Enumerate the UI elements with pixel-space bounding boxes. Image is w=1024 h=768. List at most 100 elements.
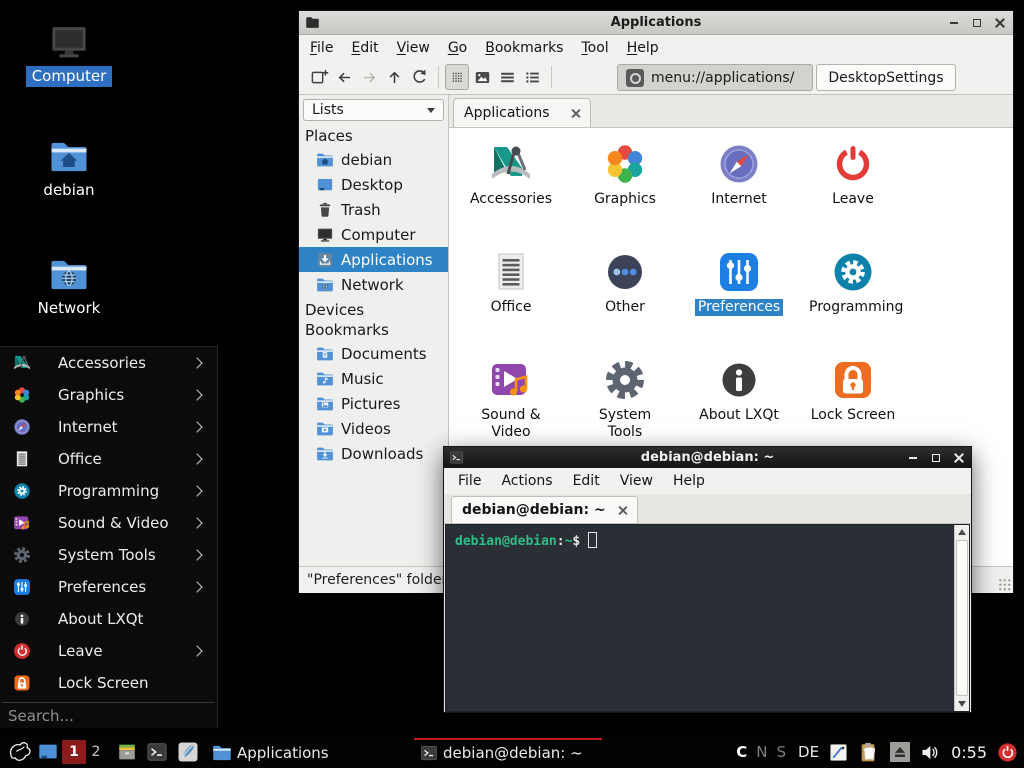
- detailed-view-button[interactable]: [520, 64, 544, 90]
- clock[interactable]: 0:55: [951, 743, 987, 762]
- folder-item-leave[interactable]: Leave: [796, 140, 910, 248]
- folder-item-internet[interactable]: Internet: [682, 140, 796, 248]
- desktop-icon-label: debian: [37, 180, 100, 201]
- scroll-up-icon[interactable]: [955, 525, 969, 539]
- submenu-arrow-icon: [191, 485, 202, 496]
- file-manager-titlebar[interactable]: Applications: [299, 11, 1013, 35]
- sidebar-item-documents[interactable]: Documents: [299, 341, 448, 366]
- main-menu-button[interactable]: [4, 739, 34, 765]
- folder-item-other[interactable]: Other: [568, 248, 682, 356]
- menu-item-preferences[interactable]: Preferences: [0, 571, 217, 603]
- removable-media-icon[interactable]: [890, 742, 910, 762]
- menu-edit[interactable]: Edit: [342, 40, 387, 56]
- desktop-icon: [37, 741, 59, 763]
- sidebar-item-downloads[interactable]: Downloads: [299, 441, 448, 466]
- reload-button[interactable]: [407, 64, 431, 90]
- task-terminal[interactable]: debian@debian: ~: [414, 738, 602, 766]
- show-desktop-button[interactable]: [34, 741, 62, 763]
- terminal-console[interactable]: debian@debian:~$: [445, 524, 970, 712]
- desktop-icon-computer[interactable]: Computer: [13, 21, 125, 87]
- terminal-tab[interactable]: debian@debian: ~: [451, 496, 638, 523]
- new-tab-button[interactable]: [307, 64, 331, 90]
- workspace-2-button[interactable]: 2: [86, 740, 106, 764]
- back-button[interactable]: [332, 64, 356, 90]
- tab-close-icon[interactable]: [618, 506, 627, 515]
- folder-item-graphics[interactable]: Graphics: [568, 140, 682, 248]
- menu-view[interactable]: View: [388, 40, 439, 56]
- resize-grip[interactable]: [998, 578, 1011, 591]
- menu-item-programming[interactable]: Programming: [0, 475, 217, 507]
- menu-item-accessories[interactable]: Accessories: [0, 347, 217, 379]
- folder-item-preferences[interactable]: Preferences: [682, 248, 796, 356]
- sidebar-item-applications[interactable]: Applications: [299, 247, 448, 272]
- close-button[interactable]: [993, 16, 1007, 30]
- workspace-1-button[interactable]: 1: [62, 740, 86, 764]
- terminal-launcher[interactable]: [142, 741, 172, 763]
- menu-actions[interactable]: Actions: [491, 473, 562, 489]
- sidebar-item-network[interactable]: Network: [299, 272, 448, 297]
- sidebar-item-pictures[interactable]: Pictures: [299, 391, 448, 416]
- sidebar-section-places: Places: [299, 121, 448, 147]
- maximize-button[interactable]: [929, 451, 943, 465]
- menu-help[interactable]: Help: [618, 40, 668, 56]
- scrollbar-handle[interactable]: [956, 540, 968, 696]
- tab-applications[interactable]: Applications: [453, 98, 591, 127]
- path-bar: menu://applications/ DesktopSettings: [617, 64, 956, 91]
- home-folder-icon: [47, 137, 91, 177]
- folder-item-office[interactable]: Office: [454, 248, 568, 356]
- menu-bookmarks[interactable]: Bookmarks: [476, 40, 572, 56]
- menu-item-office[interactable]: Office: [0, 443, 217, 475]
- minimize-button[interactable]: [906, 451, 920, 465]
- desktop-icon-debian[interactable]: debian: [13, 137, 125, 201]
- sidebar-item-music[interactable]: Music: [299, 366, 448, 391]
- sidebar-item-debian[interactable]: debian: [299, 147, 448, 172]
- path-crumb-desktopsettings[interactable]: DesktopSettings: [816, 64, 956, 91]
- folder-item-accessories[interactable]: Accessories: [454, 140, 568, 248]
- menu-item-sound-video[interactable]: Sound & Video: [0, 507, 217, 539]
- path-crumb-location[interactable]: menu://applications/: [617, 64, 813, 91]
- sidebar-item-desktop[interactable]: Desktop: [299, 172, 448, 197]
- menu-view[interactable]: View: [610, 473, 663, 489]
- close-button[interactable]: [952, 451, 966, 465]
- menu-item-graphics[interactable]: Graphics: [0, 379, 217, 411]
- maximize-button[interactable]: [970, 16, 984, 30]
- menu-search-input[interactable]: Search...: [0, 703, 217, 729]
- keyboard-layout[interactable]: DE: [798, 743, 819, 761]
- clipboard-tray-icon[interactable]: [858, 741, 881, 764]
- thumbnail-view-button[interactable]: [470, 64, 494, 90]
- internet-icon: [715, 140, 763, 188]
- minimize-button[interactable]: [947, 16, 961, 30]
- menu-tool[interactable]: Tool: [572, 40, 617, 56]
- folder-item-programming[interactable]: Programming: [796, 248, 910, 356]
- sidebar-item-videos[interactable]: Videos: [299, 416, 448, 441]
- task-applications[interactable]: Applications: [206, 738, 404, 766]
- menu-file[interactable]: File: [448, 473, 491, 489]
- compact-view-button[interactable]: [495, 64, 519, 90]
- menu-item-system-tools[interactable]: System Tools: [0, 539, 217, 571]
- icon-view-button[interactable]: [445, 64, 469, 90]
- menu-edit[interactable]: Edit: [563, 473, 610, 489]
- scroll-down-icon[interactable]: [955, 697, 969, 711]
- up-button[interactable]: [382, 64, 406, 90]
- forward-button[interactable]: [357, 64, 381, 90]
- menu-item-leave[interactable]: Leave: [0, 635, 217, 667]
- sidebar-item-computer[interactable]: Computer: [299, 222, 448, 247]
- menu-help[interactable]: Help: [663, 473, 715, 489]
- sidebar-view-selector[interactable]: Lists: [303, 99, 444, 121]
- terminal-titlebar[interactable]: debian@debian: ~: [444, 447, 971, 468]
- menu-item-lock-screen[interactable]: Lock Screen: [0, 667, 217, 699]
- power-icon: [12, 641, 32, 661]
- desktop-icon-network[interactable]: Network: [13, 255, 125, 319]
- screenshot-tray-icon[interactable]: [828, 742, 849, 763]
- tab-close-icon[interactable]: [571, 109, 580, 118]
- power-button-icon[interactable]: [996, 741, 1019, 764]
- terminal-scrollbar[interactable]: [954, 525, 969, 711]
- menu-go[interactable]: Go: [439, 40, 476, 56]
- menu-item-about-lxqt[interactable]: About LXQt: [0, 603, 217, 635]
- menu-file[interactable]: File: [301, 40, 342, 56]
- menu-item-internet[interactable]: Internet: [0, 411, 217, 443]
- volume-icon[interactable]: [919, 742, 940, 763]
- featherpad-launcher[interactable]: [172, 740, 204, 764]
- sidebar-item-trash[interactable]: Trash: [299, 197, 448, 222]
- archive-launcher[interactable]: [112, 741, 142, 763]
